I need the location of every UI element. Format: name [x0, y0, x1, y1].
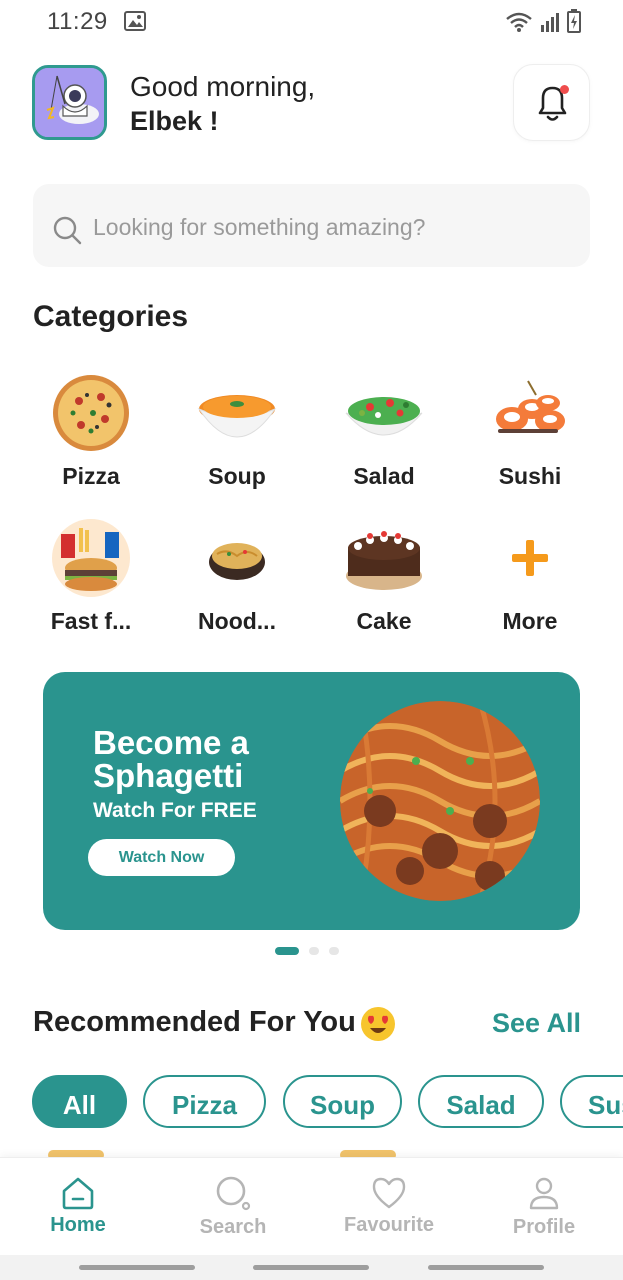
nav-label: Search [199, 1216, 267, 1238]
category-cake[interactable]: Cake [324, 518, 444, 648]
promo-banner[interactable]: Become a Sphagetti Watch For FREE Watch … [43, 672, 580, 930]
category-noodles[interactable]: Nood... [177, 518, 297, 648]
banner-pagination [275, 947, 339, 955]
pagination-dot[interactable] [329, 947, 339, 955]
status-icons [505, 9, 581, 33]
pagination-dot[interactable] [309, 947, 319, 955]
nav-home[interactable]: Home [18, 1158, 138, 1256]
nav-label: Favourite [343, 1214, 435, 1236]
nav-label: Profile [512, 1216, 576, 1238]
banner-subtitle: Watch For FREE [93, 799, 257, 822]
filter-chips: All Pizza Soup Salad Sus [32, 1075, 623, 1130]
astronaut-avatar-icon [35, 68, 104, 137]
nav-label: Home [50, 1214, 106, 1236]
heart-eyes-emoji-icon [361, 1007, 395, 1041]
fast-food-icon [52, 519, 130, 597]
filter-chip-all[interactable]: All [32, 1075, 127, 1128]
filter-chip-soup[interactable]: Soup [283, 1075, 402, 1128]
banner-title-line: Sphagetti [93, 757, 244, 794]
category-pizza[interactable]: Pizza [31, 373, 151, 503]
cake-icon [346, 531, 422, 590]
category-sushi[interactable]: Sushi [470, 373, 590, 503]
see-all-link[interactable]: See All [492, 1008, 581, 1039]
watch-now-button[interactable]: Watch Now [88, 839, 235, 876]
spaghetti-image [340, 701, 540, 901]
category-label: Soup [208, 463, 266, 489]
pagination-dot-active[interactable] [275, 947, 299, 955]
nav-profile[interactable]: Profile [484, 1158, 604, 1256]
notification-badge [560, 85, 569, 94]
bell-icon [538, 86, 567, 121]
banner-title-line: Become a [93, 724, 249, 761]
noodles-icon [209, 543, 265, 580]
category-label: Cake [356, 608, 412, 634]
notifications-button[interactable] [513, 64, 590, 141]
profile-icon [529, 1177, 559, 1210]
soup-icon [197, 395, 277, 438]
category-label: More [502, 608, 558, 634]
nav-search[interactable]: Search [173, 1158, 293, 1256]
category-label: Fast f... [50, 608, 132, 634]
banner-title: Become a Sphagetti [93, 726, 313, 792]
user-name: Elbek ! [130, 106, 219, 136]
status-time: 11:29 [47, 8, 108, 35]
system-nav-handle[interactable] [428, 1265, 544, 1270]
categories-title: Categories [33, 300, 189, 333]
home-icon [62, 1177, 94, 1210]
system-nav-handle[interactable] [79, 1265, 195, 1270]
system-navigation-bar [0, 1255, 623, 1280]
greeting-text: Good morning, [130, 71, 316, 102]
wifi-icon [506, 12, 532, 32]
avatar[interactable] [32, 65, 107, 140]
gallery-icon [124, 11, 146, 31]
heart-icon [372, 1177, 406, 1209]
system-nav-handle[interactable] [253, 1265, 369, 1270]
bottom-navigation: Home Search Favourite Profile [0, 1157, 623, 1255]
category-salad[interactable]: Salad [324, 373, 444, 503]
plus-icon [512, 540, 548, 576]
category-label: Salad [353, 463, 415, 489]
filter-chip-sushi[interactable]: Sus [560, 1075, 623, 1128]
category-label: Pizza [62, 463, 120, 489]
battery-icon [567, 9, 581, 33]
search-icon [216, 1176, 251, 1211]
pizza-icon [53, 375, 129, 451]
category-fast-food[interactable]: Fast f... [31, 518, 151, 648]
category-soup[interactable]: Soup [177, 373, 297, 503]
search-icon [53, 216, 82, 245]
recommended-title: Recommended For You [33, 1006, 356, 1038]
category-more[interactable]: More [470, 518, 590, 648]
filter-chip-salad[interactable]: Salad [418, 1075, 544, 1128]
filter-chip-pizza[interactable]: Pizza [143, 1075, 266, 1128]
signal-icon [541, 13, 559, 32]
nav-favourite[interactable]: Favourite [329, 1158, 449, 1256]
search-input[interactable] [93, 209, 563, 245]
sushi-icon [496, 380, 565, 433]
salad-icon [345, 397, 423, 436]
status-bar: 11:29 [0, 0, 623, 44]
category-label: Nood... [198, 608, 276, 634]
category-label: Sushi [498, 463, 562, 489]
